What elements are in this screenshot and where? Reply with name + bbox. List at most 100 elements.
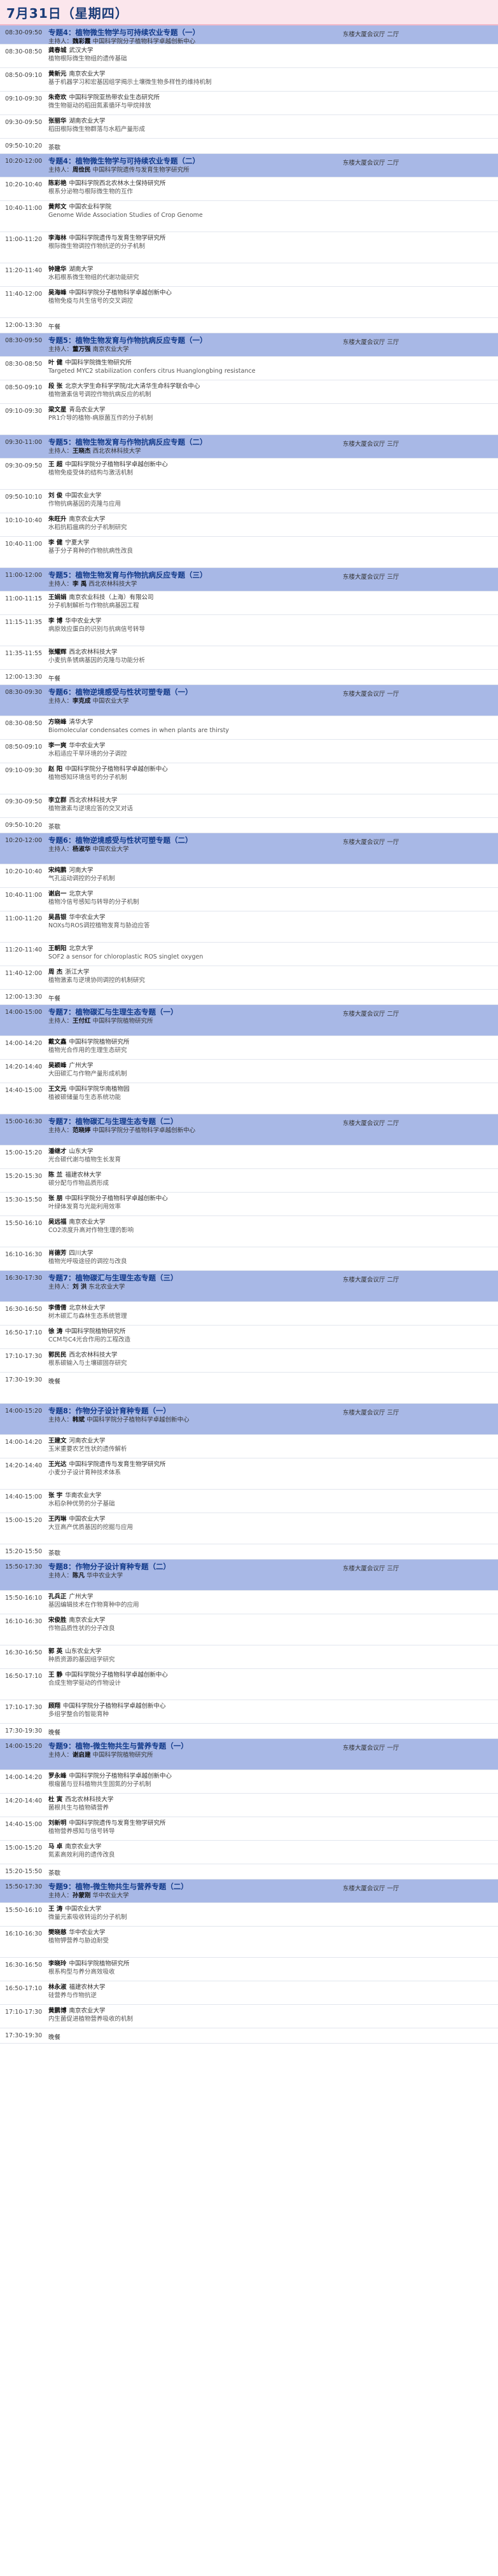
talk-title: 菌根共生与植物磷营养: [48, 1804, 109, 1811]
talk-row: 16:50-17:10 王 静中国科学院分子植物科学卓越创新中心 合成生物学驱动的作…: [0, 1669, 498, 1700]
speaker: 吴远福 南京农业大学: [48, 1219, 494, 1227]
speaker-name: 王 超: [48, 461, 63, 468]
speaker-name: 李立群: [48, 797, 67, 804]
speaker-name: 王 静: [48, 1672, 63, 1679]
talk-title: 根瘤菌与豆科植物共生固氮的分子机制: [48, 1780, 151, 1788]
talk-row: 11:35-11:55 张耀辉 西北农林科技大学 小麦抗条锈病基因的克隆与功能分析: [0, 646, 498, 670]
speaker: 王 超中国科学院分子植物科学卓越创新中心: [48, 461, 494, 469]
talk-row: 11:20-11:40 钟建华 湖南大学 水稻根系微生物组的代谢功能研究: [0, 263, 498, 287]
speaker-name: 徐 涛: [48, 1328, 63, 1335]
talk-row: 09:50-10:10 刘 俊中国农业大学 作物抗病基因的克隆与应用: [0, 490, 498, 513]
talk-cell: 周 杰浙江大学 植物激素与逆境协同调控的机制研究: [43, 966, 498, 989]
talk-cell: 王娟娟 南京农业科技（上海）有限公司 分子机制解析与作物抗病基因工程: [43, 592, 498, 614]
speaker-org: 华中农业大学: [65, 618, 102, 625]
talk-title: 光合碳代谢与植物生长发育: [48, 1156, 121, 1163]
speaker-name: 叶 健: [48, 359, 63, 366]
time-slot: 16:10-16:30: [5, 1618, 43, 1625]
session-venue: 东楼大厦会议厅 一厅: [343, 691, 399, 698]
talk-row: 16:50-17:10 徐 涛中国科学院植物研究所 CCM与C4光合作用的工程改造: [0, 1326, 498, 1349]
speaker-org: 中国科学院西北农林水土保持研究所: [69, 180, 166, 187]
talk-row: 09:10-09:30 梁文星 青岛农业大学 PR1介导的植物-病原菌互作的分子机制: [0, 404, 498, 435]
talk-cell: 李晓玲 中国科学院植物研究所 根系构型与养分高效吸收: [43, 1958, 498, 1981]
chair-name: 魏彩霞: [73, 38, 91, 45]
talk-row: 10:40-11:00 李 健宁夏大学 基于分子育种的作物抗病性改良: [0, 537, 498, 568]
talk-cell: 马 卓南京农业大学 氮素高效利用的遗传改良: [43, 1841, 498, 1864]
talk-cell: 吴远福 南京农业大学 CO2浓度升高对作物生理的影响: [43, 1216, 498, 1247]
talk-title: 水稻适应干旱环境的分子调控: [48, 750, 127, 758]
talk-title: 大田碳汇与作物产量形成机制: [48, 1070, 127, 1077]
talk-row: 14:40-15:00 王文元 中国科学院华南植物园 植被碳储量与生态系统功能: [0, 1083, 498, 1114]
time-slot: 11:40-12:00: [5, 970, 43, 977]
talk-row: 15:20-15:30 陈 兰福建农林大学 碳分配与作物品质形成: [0, 1169, 498, 1193]
speaker-name: 张 宇: [48, 1492, 63, 1499]
talk-cell: 潘继才 山东大学 光合碳代谢与植物生长发育: [43, 1146, 498, 1168]
talk-cell: 刘 俊中国农业大学 作物抗病基因的克隆与应用: [43, 490, 498, 513]
talk-cell: 徐 涛中国科学院植物研究所 CCM与C4光合作用的工程改造: [43, 1326, 498, 1348]
speaker-name: 林永淑: [48, 1984, 67, 1991]
session-title: 专题6：植物逆境感受与性状可塑专题（一）: [48, 688, 193, 696]
speaker-org: 西北农林科技大学: [69, 649, 118, 656]
session-venue: 东楼大厦会议厅 二厅: [343, 1120, 399, 1127]
speaker-org: 中国农业大学: [65, 1906, 102, 1913]
talk-cell: 王丙琳 中国农业大学 大豆高产优质基因的挖掘与应用: [43, 1513, 498, 1544]
speaker: 郭民民 西北农林科技大学: [48, 1352, 494, 1360]
speaker-org: 华中农业大学: [69, 742, 106, 749]
talk-cell: 陈 兰福建农林大学 碳分配与作物品质形成: [43, 1169, 498, 1192]
talk-row: 10:40-11:00 黄邦文 中国农业科学院 Genome Wide Associa…: [0, 201, 498, 232]
talk-title: 病原效应蛋白的识别与抗病信号转导: [48, 625, 146, 633]
speaker-name: 樊晓慈: [48, 1929, 67, 1936]
talk-title: 根系构型与养分高效吸收: [48, 1968, 115, 1976]
speaker-name: 王 涛: [48, 1906, 63, 1913]
chair-label: 主持人：: [48, 845, 73, 853]
speaker: 谢启一 北京大学: [48, 890, 494, 899]
speaker-org: 西北农林科技大学: [65, 1796, 114, 1803]
speaker-name: 方晓峰: [48, 719, 67, 726]
time-slot: 10:20-10:40: [5, 868, 43, 875]
time-slot: 17:10-17:30: [5, 1353, 43, 1360]
time-slot: 16:30-16:50: [5, 1649, 43, 1656]
talk-row: 09:30-09:50 张丽华 湖南农业大学 稻田根际微生物群落与水稻产量形成: [0, 115, 498, 139]
speaker-name: 杜 寅: [48, 1796, 63, 1803]
chair-label: 主持人：: [48, 1017, 73, 1025]
speaker-name: 马 卓: [48, 1843, 63, 1850]
talk-title: 微量元素吸收转运的分子机制: [48, 1913, 127, 1921]
break-label: 晚餐: [48, 1729, 61, 1736]
speaker-org: 山东大学: [69, 1148, 93, 1155]
speaker-name: 段 张: [48, 383, 63, 390]
speaker-name: 吴海峰: [48, 289, 67, 296]
talk-cell: 李立群 西北农林科技大学 植物激素与逆境应答的交叉对话: [43, 794, 498, 817]
session-row: 09:30-11:00 专题5：植物生物发育与作物抗病反应专题（二） 主持人：王晓杰…: [0, 435, 498, 459]
talk-cell: 陈彩艳 中国科学院西北农林水土保持研究所 根系分泌物与根际微生物的互作: [43, 177, 498, 200]
talk-cell: 李一爽 华中农业大学 水稻适应干旱环境的分子调控: [43, 740, 498, 763]
session-cell: 专题4：植物微生物学与可持续农业专题（二） 主持人：周俭民 中国科学院遗传与发育生…: [43, 154, 339, 177]
speaker-org: 广州大学: [69, 1062, 93, 1069]
speaker-org: 浙江大学: [65, 969, 90, 976]
speaker: 杜 寅西北农林科技大学: [48, 1796, 494, 1804]
session-row: 08:30-09:50 专题4：植物微生物学与可持续农业专题（一） 主持人：魏彩霞 …: [0, 25, 498, 45]
talk-title: 水稻抗稻瘟病的分子机制研究: [48, 523, 127, 531]
speaker: 王 涛中国农业大学: [48, 1906, 494, 1914]
time-slot: 15:20-15:50: [5, 1868, 43, 1875]
speaker-org: 湖南农业大学: [69, 118, 106, 125]
session-row: 15:00-16:30 专题7：植物碳汇与生理生态专题（二） 主持人：范晓婷 中国科…: [0, 1114, 498, 1146]
speaker-org: 中国科学院遗传与发育生物学研究所: [69, 1461, 166, 1468]
talk-title: 植物营养感知与信号转导: [48, 1827, 115, 1835]
time-slot: 09:30-11:00: [5, 439, 43, 446]
speaker-name: 戴文鑫: [48, 1039, 67, 1046]
talk-title: 植物钾营养与胁迫耐受: [48, 1937, 109, 1944]
session-venue: 东楼大厦会议厅 二厅: [343, 1277, 399, 1284]
talk-title: 基于分子育种的作物抗病性改良: [48, 547, 134, 555]
talk-title: 水稻杂种优势的分子基础: [48, 1500, 115, 1507]
chair-label: 主持人：: [48, 447, 73, 455]
time-slot: 09:10-09:30: [5, 408, 43, 415]
speaker-org: 青岛农业大学: [69, 406, 106, 413]
talk-cell: 王 涛中国农业大学 微量元素吸收转运的分子机制: [43, 1903, 498, 1926]
talk-title: 作物品质性状的分子改良: [48, 1624, 115, 1632]
session-row: 15:50-17:30 专题8：作物分子设计育种专题（二） 主持人：陈凡 华中农业大…: [0, 1560, 498, 1591]
speaker-org: 北京大学: [69, 945, 93, 952]
speaker-name: 刘 俊: [48, 492, 63, 499]
time-slot: 14:20-14:40: [5, 1797, 43, 1804]
talk-cell: 林永淑 福建农林大学 硅营养与作物抗逆: [43, 1981, 498, 2004]
chair-label: 主持人：: [48, 1126, 73, 1134]
time-slot: 15:00-15:20: [5, 1845, 43, 1852]
